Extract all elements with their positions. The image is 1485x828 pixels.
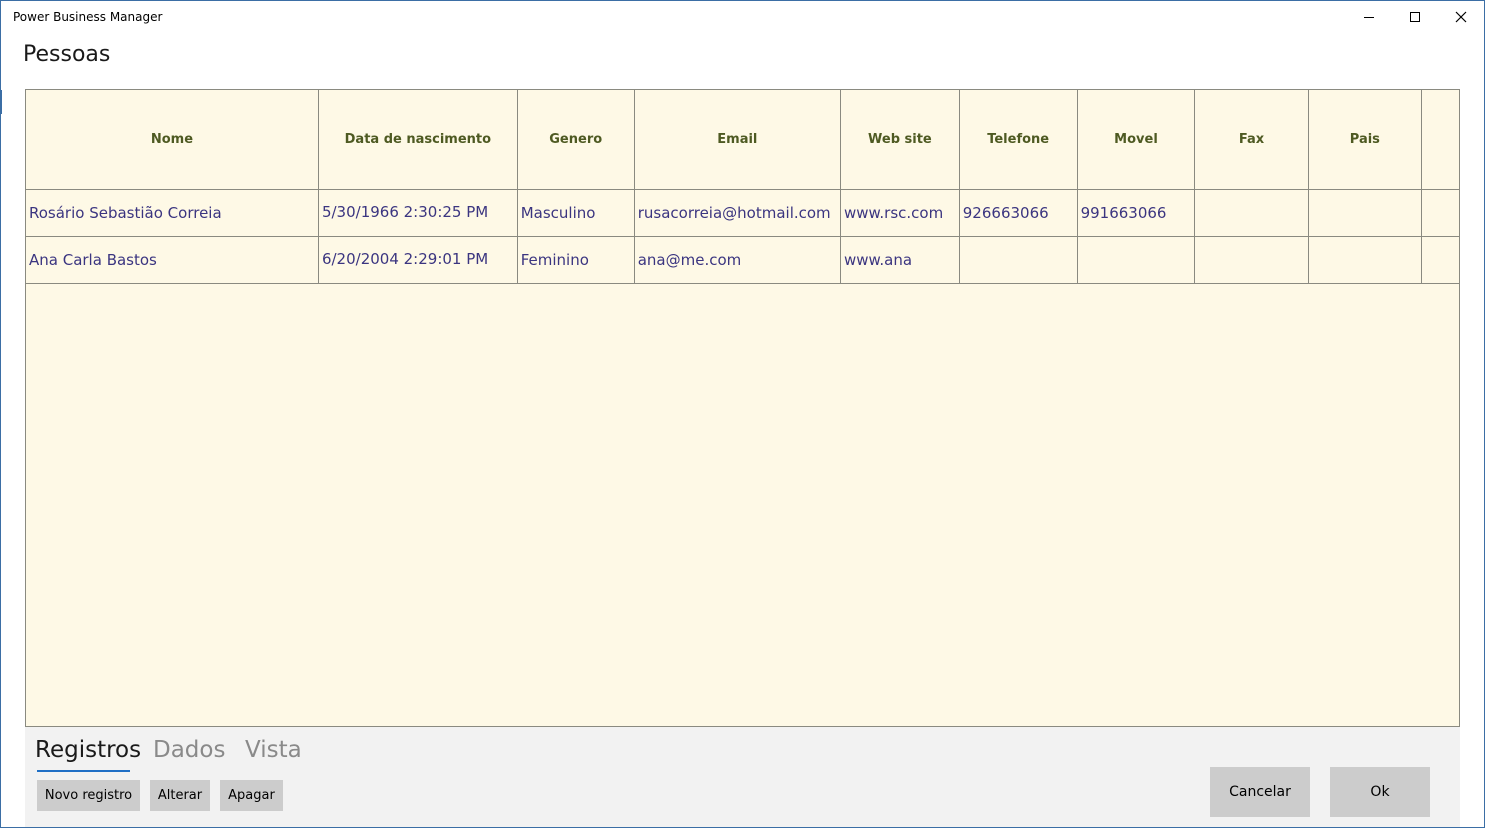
cell-movel[interactable]: [1077, 236, 1196, 284]
column-header-overflow: [1421, 90, 1459, 190]
close-button[interactable]: [1438, 2, 1484, 32]
minimize-button[interactable]: [1346, 2, 1392, 32]
cell-nome[interactable]: Ana Carla Bastos: [26, 236, 319, 284]
cell-web-site[interactable]: www.ana: [840, 236, 960, 284]
column-header-email[interactable]: Email: [634, 90, 841, 190]
column-header-movel[interactable]: Movel: [1077, 90, 1196, 190]
cell-movel[interactable]: 991663066: [1077, 189, 1196, 237]
cell-overflow: [1421, 236, 1459, 284]
cell-email[interactable]: rusacorreia@hotmail.com: [634, 189, 841, 237]
cell-data-nascimento[interactable]: 5/30/1966 2:30:25 PM: [318, 189, 518, 237]
command-panel: Registros Dados Vista Novo registro Alte…: [25, 727, 1460, 827]
cell-genero[interactable]: Masculino: [517, 189, 635, 237]
table-row[interactable]: Ana Carla Bastos 6/20/2004 2:29:01 PM Fe…: [26, 236, 1459, 284]
cell-email[interactable]: ana@me.com: [634, 236, 841, 284]
column-header-web-site[interactable]: Web site: [840, 90, 960, 190]
cell-pais[interactable]: [1308, 236, 1423, 284]
app-title: Power Business Manager: [13, 10, 163, 24]
cell-overflow: [1421, 189, 1459, 237]
cell-pais[interactable]: [1308, 189, 1423, 237]
apagar-button[interactable]: Apagar: [220, 780, 283, 811]
ok-button[interactable]: Ok: [1330, 767, 1430, 817]
novo-registro-button[interactable]: Novo registro: [37, 780, 140, 811]
cell-genero[interactable]: Feminino: [517, 236, 635, 284]
focus-edge-marker: [0, 90, 2, 114]
column-header-nome[interactable]: Nome: [26, 90, 319, 190]
column-header-pais[interactable]: Pais: [1308, 90, 1423, 190]
alterar-button[interactable]: Alterar: [150, 780, 210, 811]
cell-web-site[interactable]: www.rsc.com: [840, 189, 960, 237]
column-header-telefone[interactable]: Telefone: [959, 90, 1078, 190]
table-row[interactable]: Rosário Sebastião Correia 5/30/1966 2:30…: [26, 189, 1459, 237]
people-table: Nome Data de nascimento Genero Email Web…: [26, 90, 1459, 284]
cell-nome[interactable]: Rosário Sebastião Correia: [26, 189, 319, 237]
column-header-data-nascimento[interactable]: Data de nascimento: [318, 90, 518, 190]
tab-vista[interactable]: Vista: [245, 737, 302, 763]
close-icon: [1455, 11, 1467, 23]
people-data-grid[interactable]: Nome Data de nascimento Genero Email Web…: [25, 89, 1460, 727]
column-header-genero[interactable]: Genero: [517, 90, 635, 190]
maximize-button[interactable]: [1392, 2, 1438, 32]
cell-fax[interactable]: [1194, 236, 1309, 284]
header-row: Nome Data de nascimento Genero Email Web…: [26, 90, 1459, 190]
cell-fax[interactable]: [1194, 189, 1309, 237]
cell-data-nascimento[interactable]: 6/20/2004 2:29:01 PM: [318, 236, 518, 284]
tab-registros[interactable]: Registros: [35, 737, 141, 763]
cancelar-button[interactable]: Cancelar: [1210, 767, 1310, 817]
tab-dados[interactable]: Dados: [153, 737, 225, 763]
cell-telefone[interactable]: [959, 236, 1078, 284]
title-bar[interactable]: Power Business Manager: [1, 1, 1484, 33]
maximize-icon: [1410, 12, 1420, 22]
minimize-icon: [1364, 17, 1374, 18]
page-title: Pessoas: [23, 42, 111, 67]
active-tab-indicator: [37, 770, 130, 772]
cell-telefone[interactable]: 926663066: [959, 189, 1078, 237]
column-header-fax[interactable]: Fax: [1194, 90, 1309, 190]
